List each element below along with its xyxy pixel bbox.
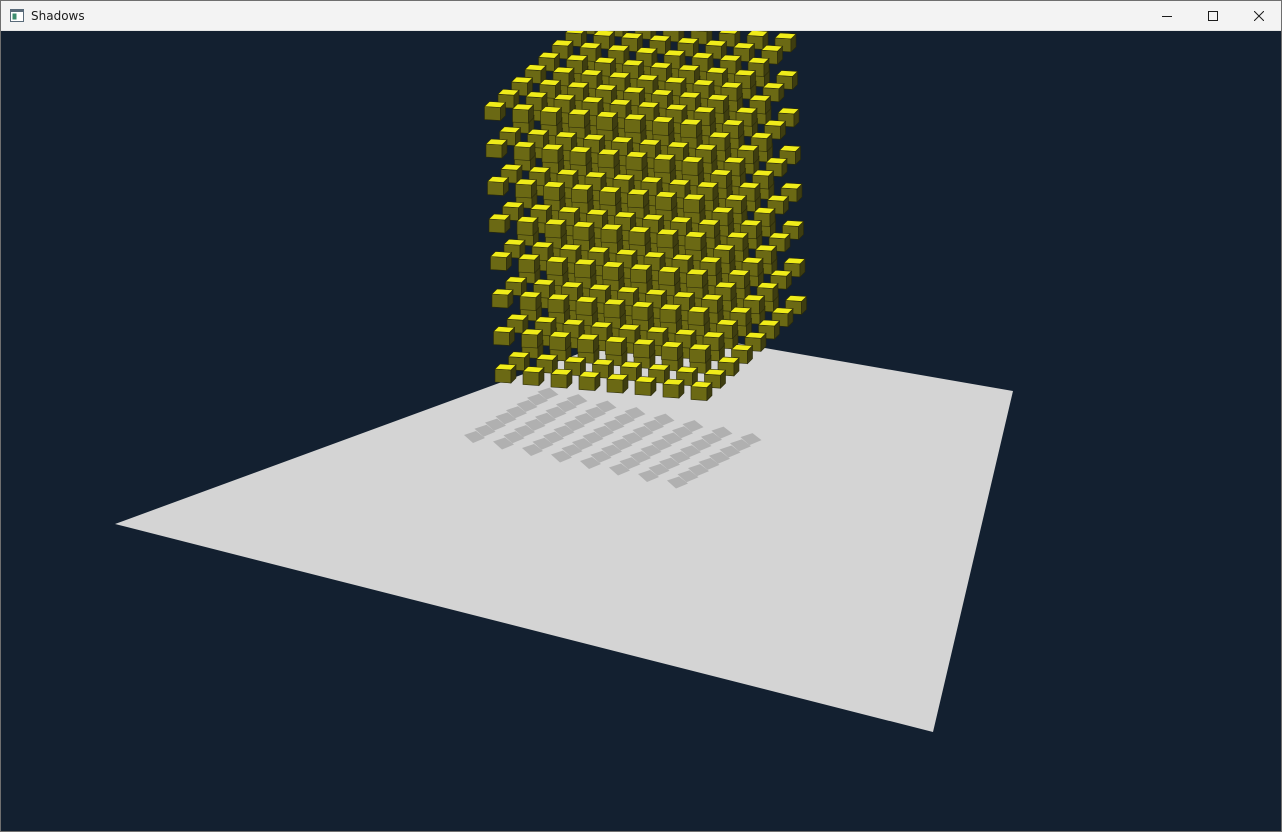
cube	[659, 303, 682, 324]
cube	[629, 263, 653, 284]
cube	[651, 116, 675, 137]
cube	[494, 363, 517, 384]
cube	[539, 106, 563, 127]
cube-grid	[483, 31, 808, 402]
cube	[682, 193, 706, 214]
cube	[657, 266, 681, 287]
cube	[542, 181, 566, 202]
cube	[578, 371, 601, 392]
cube	[516, 216, 539, 237]
title-bar[interactable]: Shadows	[1, 1, 1281, 31]
cube	[685, 268, 709, 289]
window-title: Shadows	[31, 9, 85, 23]
cube	[601, 261, 625, 282]
cube	[662, 378, 685, 399]
cube	[522, 366, 545, 387]
cube	[679, 118, 703, 139]
cube	[548, 331, 572, 352]
maximize-icon	[1208, 11, 1218, 21]
cube	[628, 226, 651, 247]
cube	[626, 188, 650, 209]
cube	[690, 381, 713, 402]
cube	[520, 328, 544, 349]
cube	[569, 146, 592, 167]
cube	[687, 306, 710, 327]
cube	[684, 231, 707, 252]
cube	[660, 341, 684, 362]
cube	[598, 186, 622, 207]
maximize-button[interactable]	[1190, 1, 1236, 31]
cube	[570, 183, 594, 204]
cube	[595, 111, 619, 132]
minimize-button[interactable]	[1144, 1, 1190, 31]
3d-scene[interactable]	[1, 31, 1281, 831]
cube	[573, 258, 597, 279]
cube	[681, 156, 704, 177]
cube	[547, 293, 570, 314]
cube	[567, 108, 591, 129]
cube	[513, 141, 536, 162]
close-button[interactable]	[1236, 1, 1281, 31]
cube	[606, 373, 629, 394]
cube	[625, 151, 648, 172]
cube	[632, 338, 656, 359]
render-viewport[interactable]	[1, 31, 1281, 831]
cube	[486, 176, 510, 197]
minimize-icon	[1162, 16, 1172, 17]
cube	[603, 298, 626, 319]
cube	[489, 251, 513, 272]
cube	[485, 138, 508, 159]
cube	[545, 256, 569, 277]
cube	[604, 336, 628, 357]
cube	[631, 301, 654, 322]
cube	[517, 253, 541, 274]
cube	[656, 228, 679, 249]
close-icon	[1254, 11, 1264, 21]
cube	[541, 143, 564, 164]
app-window-icon	[10, 9, 24, 22]
cube	[623, 113, 647, 134]
cube	[544, 218, 567, 239]
cube	[576, 333, 600, 354]
cube	[492, 326, 516, 347]
cube	[653, 153, 676, 174]
cube	[597, 148, 620, 169]
cube	[491, 288, 514, 309]
cube	[572, 221, 595, 242]
cube	[519, 291, 542, 312]
cube	[634, 376, 657, 397]
cube	[483, 101, 507, 122]
cube	[488, 213, 511, 234]
app-window: Shadows	[0, 0, 1282, 832]
ground-plane	[115, 328, 1013, 732]
cube	[550, 368, 573, 389]
cube	[600, 223, 623, 244]
cube	[514, 178, 538, 199]
cube	[654, 191, 678, 212]
cube	[575, 296, 598, 317]
cube	[511, 103, 535, 124]
cube	[688, 343, 712, 364]
